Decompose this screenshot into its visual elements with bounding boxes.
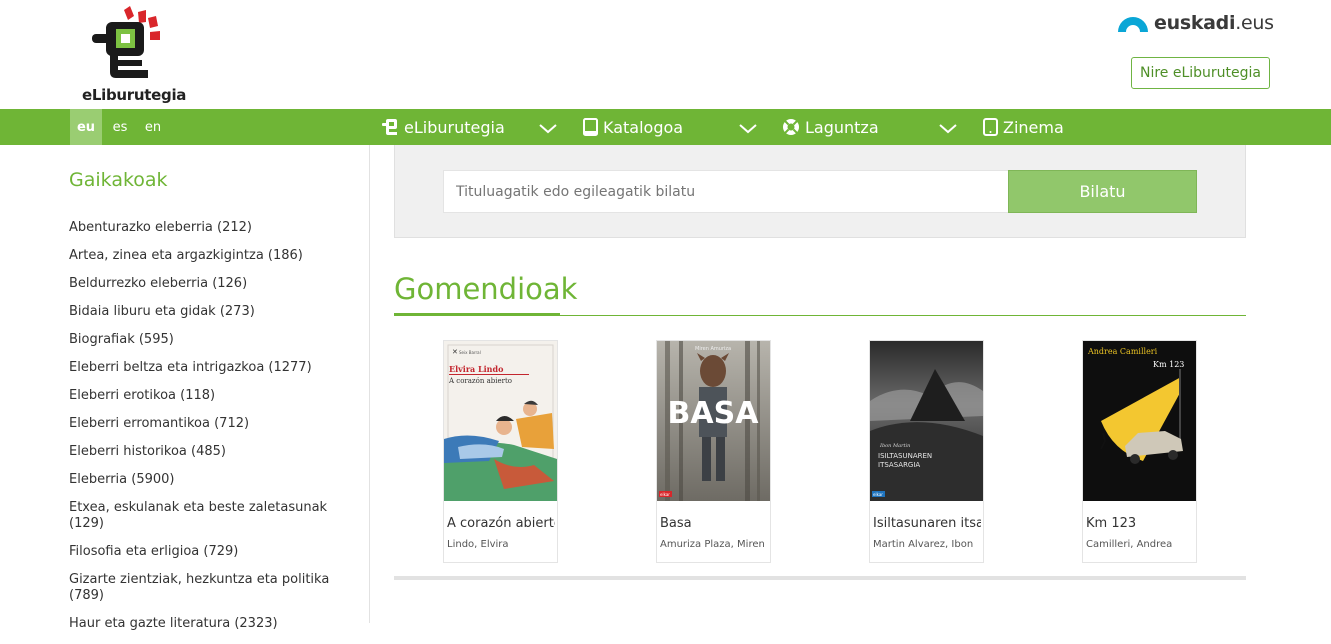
book-cover: Ibon Martin ISILTASUNAREN ITSASARGIA elk…	[870, 341, 983, 501]
book-cover: Andrea Camilleri Km 123	[1083, 341, 1196, 501]
book-author: Amuriza Plaza, Miren	[660, 539, 765, 550]
category-link[interactable]: Artea, zinea eta argazkigintza (186)	[69, 248, 359, 264]
chevron-down-icon[interactable]	[738, 121, 758, 135]
recommendations-title: Gomendioak	[394, 272, 578, 306]
svg-text:Ibon Martin: Ibon Martin	[879, 443, 910, 449]
library-icon	[382, 119, 397, 135]
category-link[interactable]: Haur eta gazte literatura (2323)	[69, 616, 359, 632]
svg-text:Andrea Camilleri: Andrea Camilleri	[1087, 347, 1158, 356]
svg-text:ITSASARGIA: ITSASARGIA	[878, 461, 920, 469]
main-navbar: eu es en eLiburutegia Katalogoa Laguntza	[0, 109, 1331, 145]
book-cover: ✕ Seix Barral Elvira Lindo A corazón abi…	[444, 341, 557, 501]
svg-text:Km 123: Km 123	[1153, 360, 1184, 369]
logo-text: eLiburutegia	[82, 86, 187, 104]
search-panel: Bilatu	[394, 145, 1246, 238]
svg-text:✕: ✕	[452, 348, 458, 356]
category-link[interactable]: Abenturazko eleberria (212)	[69, 220, 359, 236]
category-link[interactable]: Eleberri erotikoa (118)	[69, 388, 359, 404]
nav-laguntza[interactable]: Laguntza	[782, 109, 879, 145]
nav-katalogoa[interactable]: Katalogoa	[583, 109, 683, 145]
lang-en[interactable]: en	[138, 109, 168, 145]
nav-eliburutegia-label: eLiburutegia	[404, 117, 505, 137]
svg-text:A corazón abierto: A corazón abierto	[448, 377, 512, 385]
category-link[interactable]: Beldurrezko eleberria (126)	[69, 276, 359, 292]
category-link[interactable]: Filosofia eta erligioa (729)	[69, 544, 359, 560]
carousel-scrollbar[interactable]	[394, 576, 1246, 580]
category-link[interactable]: Etxea, eskulanak eta beste zaletasunak (…	[69, 500, 359, 532]
nav-zinema[interactable]: Zinema	[983, 109, 1064, 145]
svg-text:Seix Barral: Seix Barral	[459, 350, 481, 355]
svg-text:elkar: elkar	[660, 492, 670, 497]
book-card[interactable]: Andrea Camilleri Km 123 Km 123 Camilleri…	[1082, 340, 1197, 563]
nav-eliburutegia[interactable]: eLiburutegia	[382, 109, 505, 145]
book-title: A corazón abierto	[447, 516, 555, 531]
lang-es[interactable]: es	[104, 109, 136, 145]
book-card[interactable]: Miren Amuriza BASA elkar Basa Amuriza Pl…	[656, 340, 771, 563]
euskadi-logo[interactable]: euskadi.eus	[1118, 12, 1274, 34]
category-link[interactable]: Eleberri erromantikoa (712)	[69, 416, 359, 432]
chevron-down-icon[interactable]	[938, 121, 958, 135]
category-link[interactable]: Biografiak (595)	[69, 332, 359, 348]
category-link[interactable]: Eleberria (5900)	[69, 472, 359, 488]
book-card[interactable]: Ibon Martin ISILTASUNAREN ITSASARGIA elk…	[869, 340, 984, 563]
category-sidebar: Gaikakoak Abenturazko eleberria (212) Ar…	[0, 145, 370, 631]
svg-text:elkar: elkar	[873, 492, 883, 497]
search-button[interactable]: Bilatu	[1008, 170, 1197, 213]
nav-katalogoa-label: Katalogoa	[603, 117, 684, 137]
nire-eliburutegia-button[interactable]: Nire eLiburutegia	[1131, 57, 1270, 89]
chevron-down-icon[interactable]	[538, 121, 558, 135]
svg-text:BASA: BASA	[668, 396, 760, 431]
book-title: Km 123	[1086, 516, 1137, 531]
title-underline	[394, 313, 560, 316]
lifebuoy-icon	[783, 119, 799, 135]
lang-eu[interactable]: eu	[70, 109, 102, 145]
tablet-icon	[583, 118, 598, 136]
book-author: Camilleri, Andrea	[1086, 539, 1173, 550]
category-link[interactable]: Gizarte zientziak, hezkuntza eta politik…	[69, 572, 359, 604]
category-link[interactable]: Eleberri beltza eta intrigazkoa (1277)	[69, 360, 359, 376]
svg-text:Miren Amuriza: Miren Amuriza	[695, 346, 731, 352]
book-author: Martin Alvarez, Ibon	[873, 539, 974, 550]
nav-laguntza-label: Laguntza	[805, 117, 879, 137]
euskadi-text: euskadi.eus	[1154, 12, 1274, 34]
device-icon	[983, 118, 998, 136]
book-cover: Miren Amuriza BASA elkar	[657, 341, 770, 501]
euskadi-icon	[1118, 17, 1148, 32]
book-title: Basa	[660, 516, 692, 531]
book-author: Lindo, Elvira	[447, 539, 509, 550]
category-list: Abenturazko eleberria (212) Artea, zinea…	[69, 220, 359, 644]
sidebar-title: Gaikakoak	[69, 169, 168, 191]
book-title: Isiltasunaren itsasargia	[873, 516, 981, 531]
nav-zinema-label: Zinema	[1003, 117, 1064, 137]
svg-text:ISILTASUNAREN: ISILTASUNAREN	[878, 452, 932, 460]
book-card[interactable]: ✕ Seix Barral Elvira Lindo A corazón abi…	[443, 340, 558, 563]
category-link[interactable]: Bidaia liburu eta gidak (273)	[69, 304, 359, 320]
search-input[interactable]	[443, 170, 1009, 213]
header: eLiburutegia euskadi.eus Nire eLiburuteg…	[0, 0, 1331, 109]
category-link[interactable]: Eleberri historikoa (485)	[69, 444, 359, 460]
svg-text:Elvira Lindo: Elvira Lindo	[449, 364, 504, 374]
